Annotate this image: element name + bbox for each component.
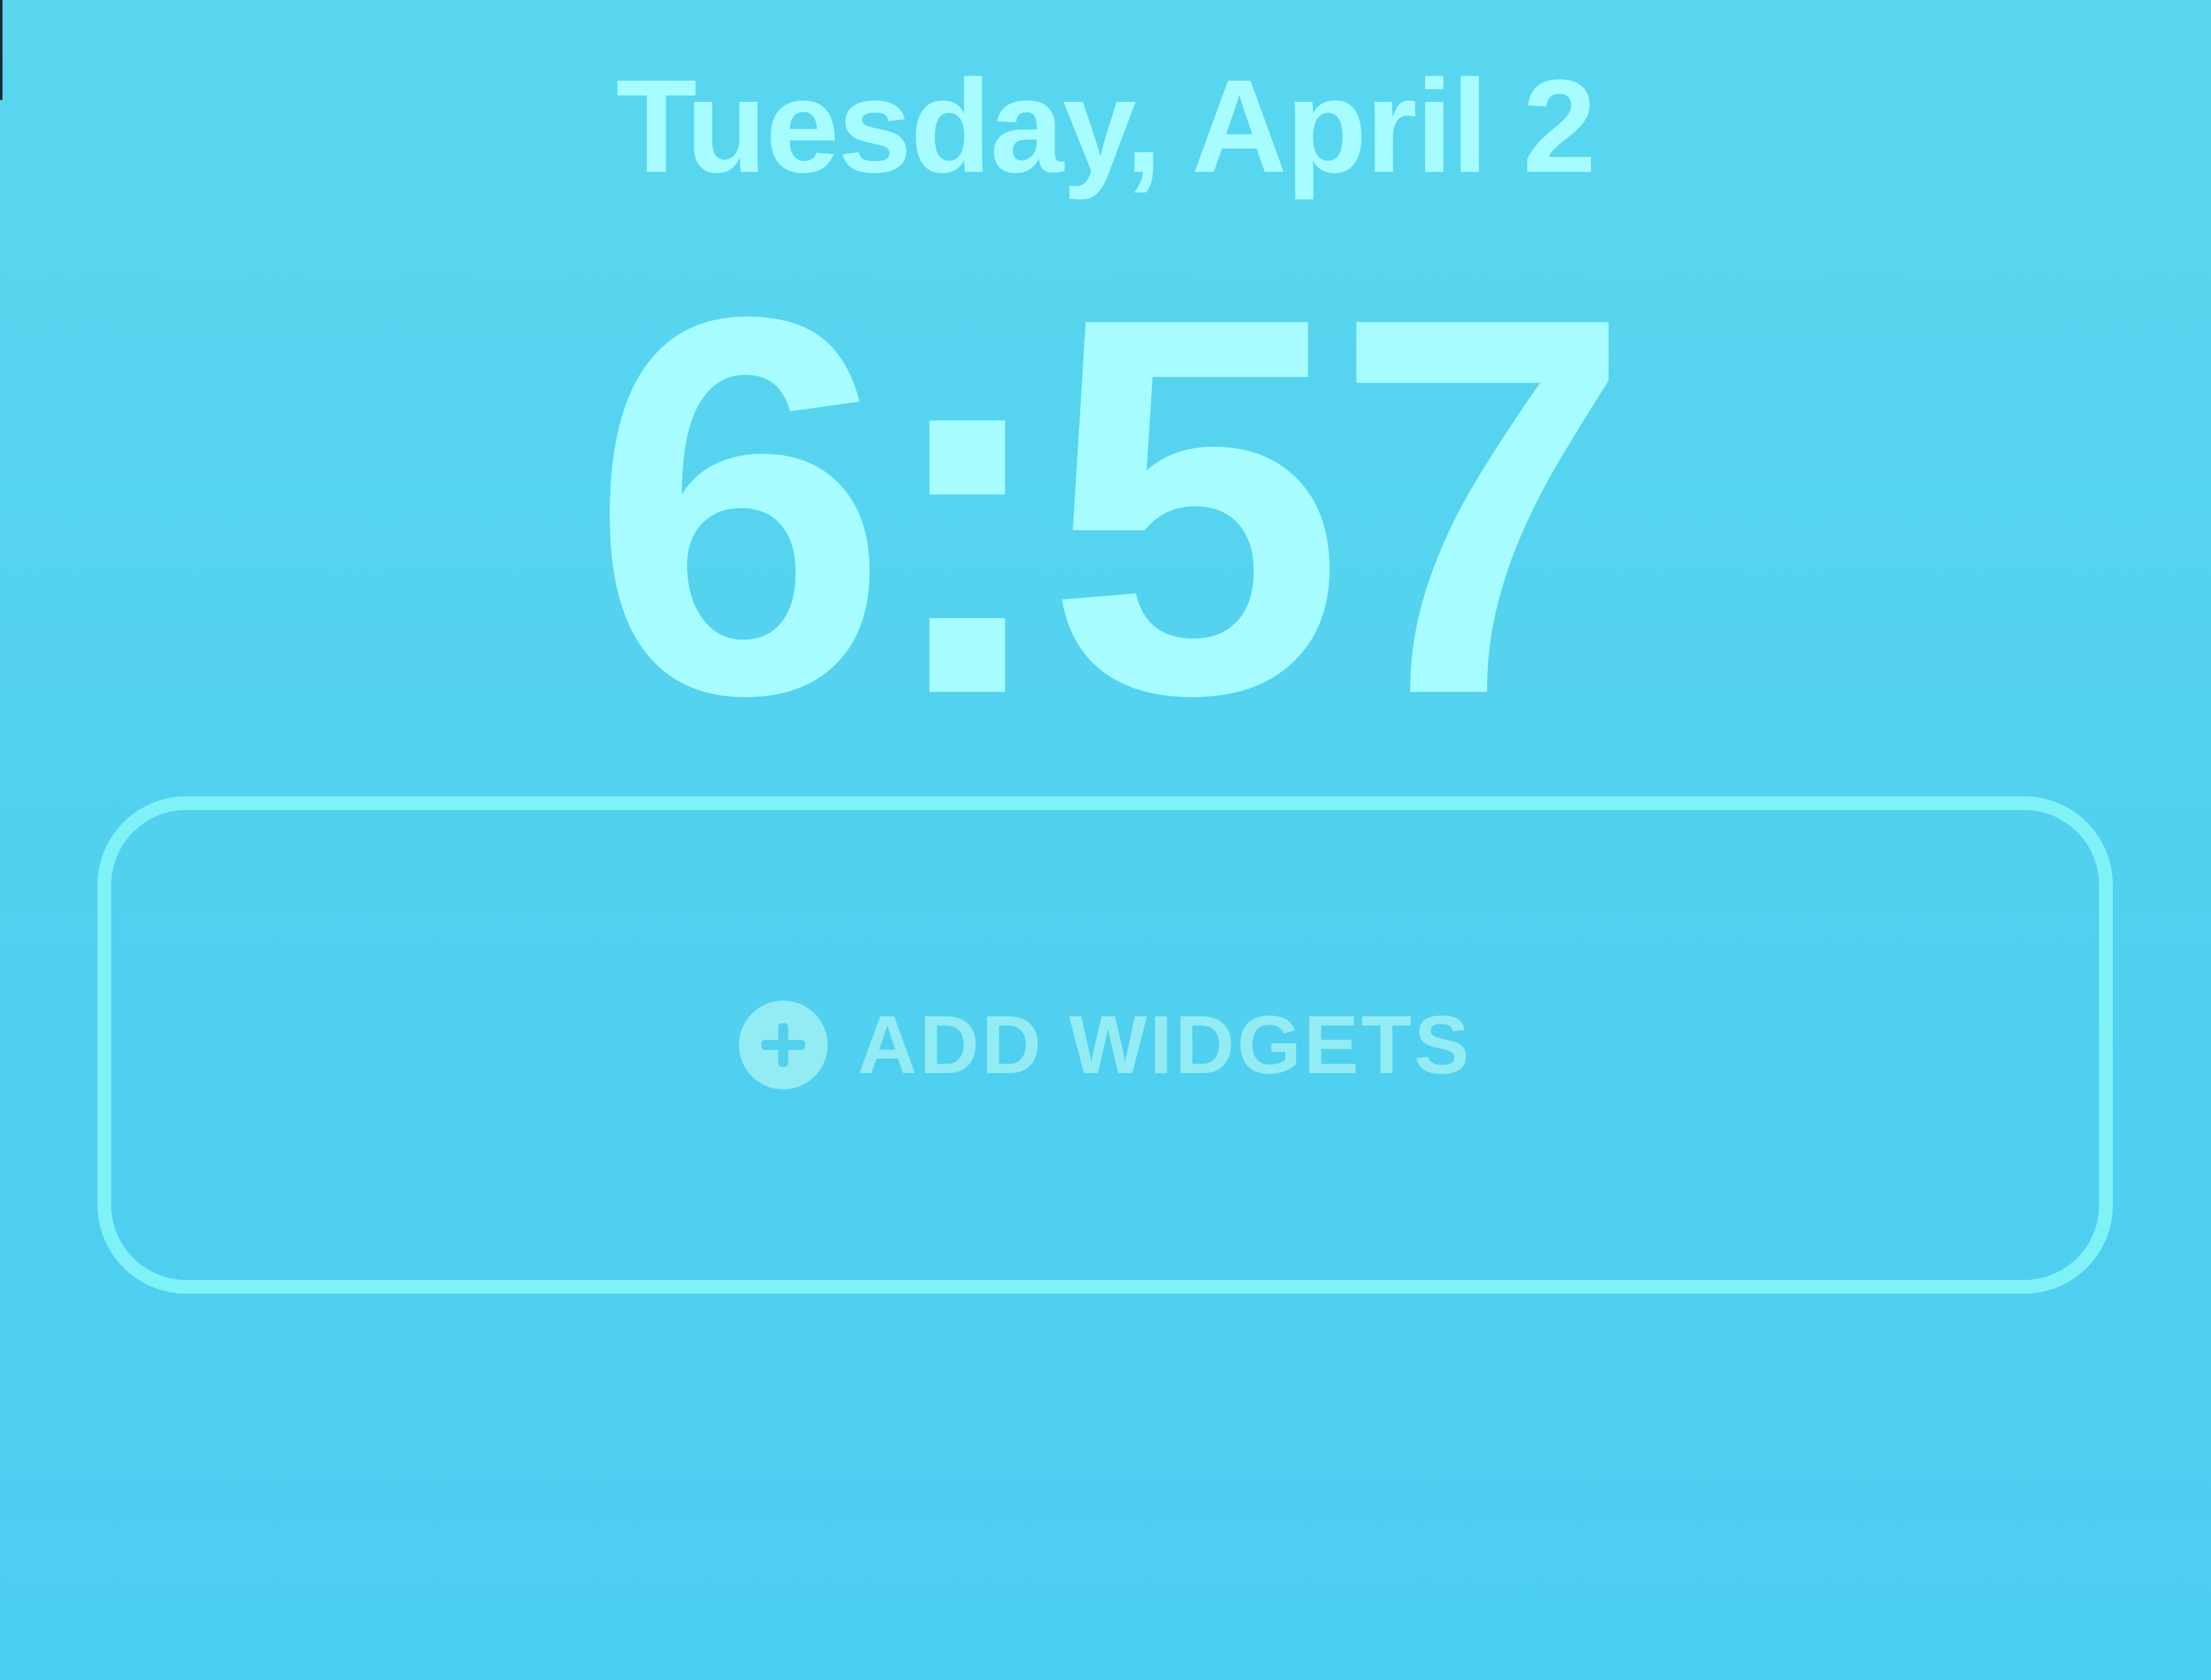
lock-screen-date[interactable]: Tuesday, April 2	[0, 58, 2211, 195]
widget-placeholder[interactable]: ADD WIDGETS	[98, 796, 2113, 1294]
add-widgets-button[interactable]: ADD WIDGETS	[111, 810, 2099, 1280]
add-widgets-label[interactable]: ADD WIDGETS	[858, 1001, 1472, 1089]
lock-screen: Tuesday, April 2 6:57 ADD WIDGETS	[0, 0, 2211, 1680]
plus-circle-icon[interactable]	[738, 1001, 828, 1089]
lock-screen-time[interactable]: 6:57	[0, 238, 2211, 775]
